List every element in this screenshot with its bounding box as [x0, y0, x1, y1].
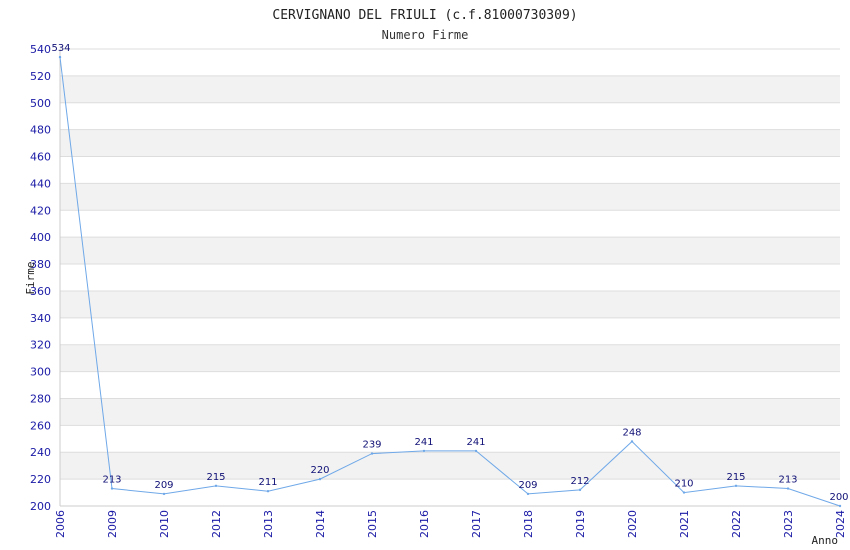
data-point — [630, 440, 634, 443]
grid-band — [60, 317, 840, 345]
y-tick-label: 460 — [30, 151, 51, 164]
grid-band — [60, 237, 840, 265]
data-label: 200 — [829, 492, 848, 503]
data-point — [474, 449, 478, 453]
y-tick-label: 280 — [30, 392, 51, 405]
x-tick-label: 2009 — [106, 510, 119, 538]
grid-band — [60, 398, 840, 426]
x-tick-label: 2010 — [158, 510, 171, 538]
data-point — [110, 487, 114, 490]
x-tick-label: 2023 — [782, 510, 795, 538]
data-label: 241 — [466, 437, 485, 448]
data-label: 213 — [778, 475, 797, 486]
grid-band — [60, 183, 840, 211]
grid-band — [60, 102, 840, 130]
x-tick-label: 2013 — [262, 510, 275, 538]
data-point — [214, 484, 218, 488]
x-tick-label: 2019 — [574, 510, 587, 538]
data-label: 239 — [362, 440, 381, 451]
grid-bands — [60, 49, 840, 506]
grid-band — [60, 49, 840, 76]
x-tick-label: 2022 — [730, 510, 743, 538]
x-tick-label: 2018 — [522, 510, 535, 538]
grid-band — [60, 344, 840, 372]
grid-band — [60, 452, 840, 480]
data-label: 215 — [726, 472, 745, 483]
y-tick-label: 420 — [30, 204, 51, 217]
data-label: 215 — [206, 472, 225, 483]
x-axis-label: Anno — [812, 534, 839, 547]
data-point — [526, 492, 530, 496]
data-point — [58, 55, 62, 59]
y-tick-label: 320 — [30, 339, 51, 352]
x-tick-label: 2021 — [678, 510, 691, 538]
data-label: 220 — [310, 465, 329, 476]
x-tick-label: 2012 — [210, 510, 223, 538]
grid-band — [60, 264, 840, 291]
grid-band — [60, 479, 840, 506]
x-tick-label: 2006 — [54, 510, 67, 538]
data-label: 213 — [102, 475, 121, 486]
data-point — [266, 490, 270, 493]
x-tick-label: 2020 — [626, 510, 639, 538]
y-tick-label: 540 — [30, 43, 51, 56]
data-point — [838, 504, 842, 508]
chart-subtitle: Numero Firme — [382, 28, 469, 42]
data-point — [162, 492, 166, 496]
x-tick-label: 2014 — [314, 510, 327, 538]
x-tick-label: 2016 — [418, 510, 431, 538]
grid-band — [60, 129, 840, 157]
x-tick-label: 2015 — [366, 510, 379, 538]
grid-band — [60, 75, 840, 103]
line-chart: CERVIGNANO DEL FRIULI (c.f.81000730309) … — [24, 8, 849, 547]
y-tick-label: 220 — [30, 473, 51, 486]
chart-title: CERVIGNANO DEL FRIULI (c.f.81000730309) — [272, 8, 577, 23]
data-label: 210 — [674, 479, 693, 490]
y-tick-label: 440 — [30, 177, 51, 190]
data-point — [786, 487, 790, 490]
y-tick-label: 300 — [30, 366, 51, 379]
y-tick-label: 500 — [30, 97, 51, 110]
data-label: 248 — [622, 427, 641, 438]
y-tick-label: 480 — [30, 124, 51, 137]
data-point — [734, 484, 738, 488]
data-label: 211 — [258, 477, 277, 488]
grid-band — [60, 371, 840, 399]
data-point — [578, 488, 582, 492]
x-axis-ticks: 2006 2009 2010 2012 2013 2014 2015 2016 2017 2018… — [54, 510, 847, 538]
grid-band — [60, 290, 840, 318]
grid-band — [60, 156, 840, 184]
data-label: 241 — [414, 437, 433, 448]
data-point — [318, 477, 322, 481]
y-tick-label: 340 — [30, 312, 51, 325]
y-tick-label: 400 — [30, 231, 51, 244]
y-tick-label: 260 — [30, 419, 51, 432]
data-label: 209 — [154, 480, 173, 491]
data-label: 212 — [570, 476, 589, 487]
grid-band — [60, 210, 840, 238]
y-tick-label: 200 — [30, 500, 51, 513]
data-point — [370, 452, 374, 455]
grid-band — [60, 425, 840, 453]
y-tick-label: 240 — [30, 446, 51, 459]
data-label: 534 — [51, 43, 70, 54]
data-point — [682, 491, 686, 494]
y-axis-label: Firme — [24, 261, 37, 294]
data-label: 209 — [518, 480, 537, 491]
y-tick-label: 520 — [30, 70, 51, 83]
data-point — [422, 449, 426, 453]
x-tick-label: 2017 — [470, 510, 483, 538]
